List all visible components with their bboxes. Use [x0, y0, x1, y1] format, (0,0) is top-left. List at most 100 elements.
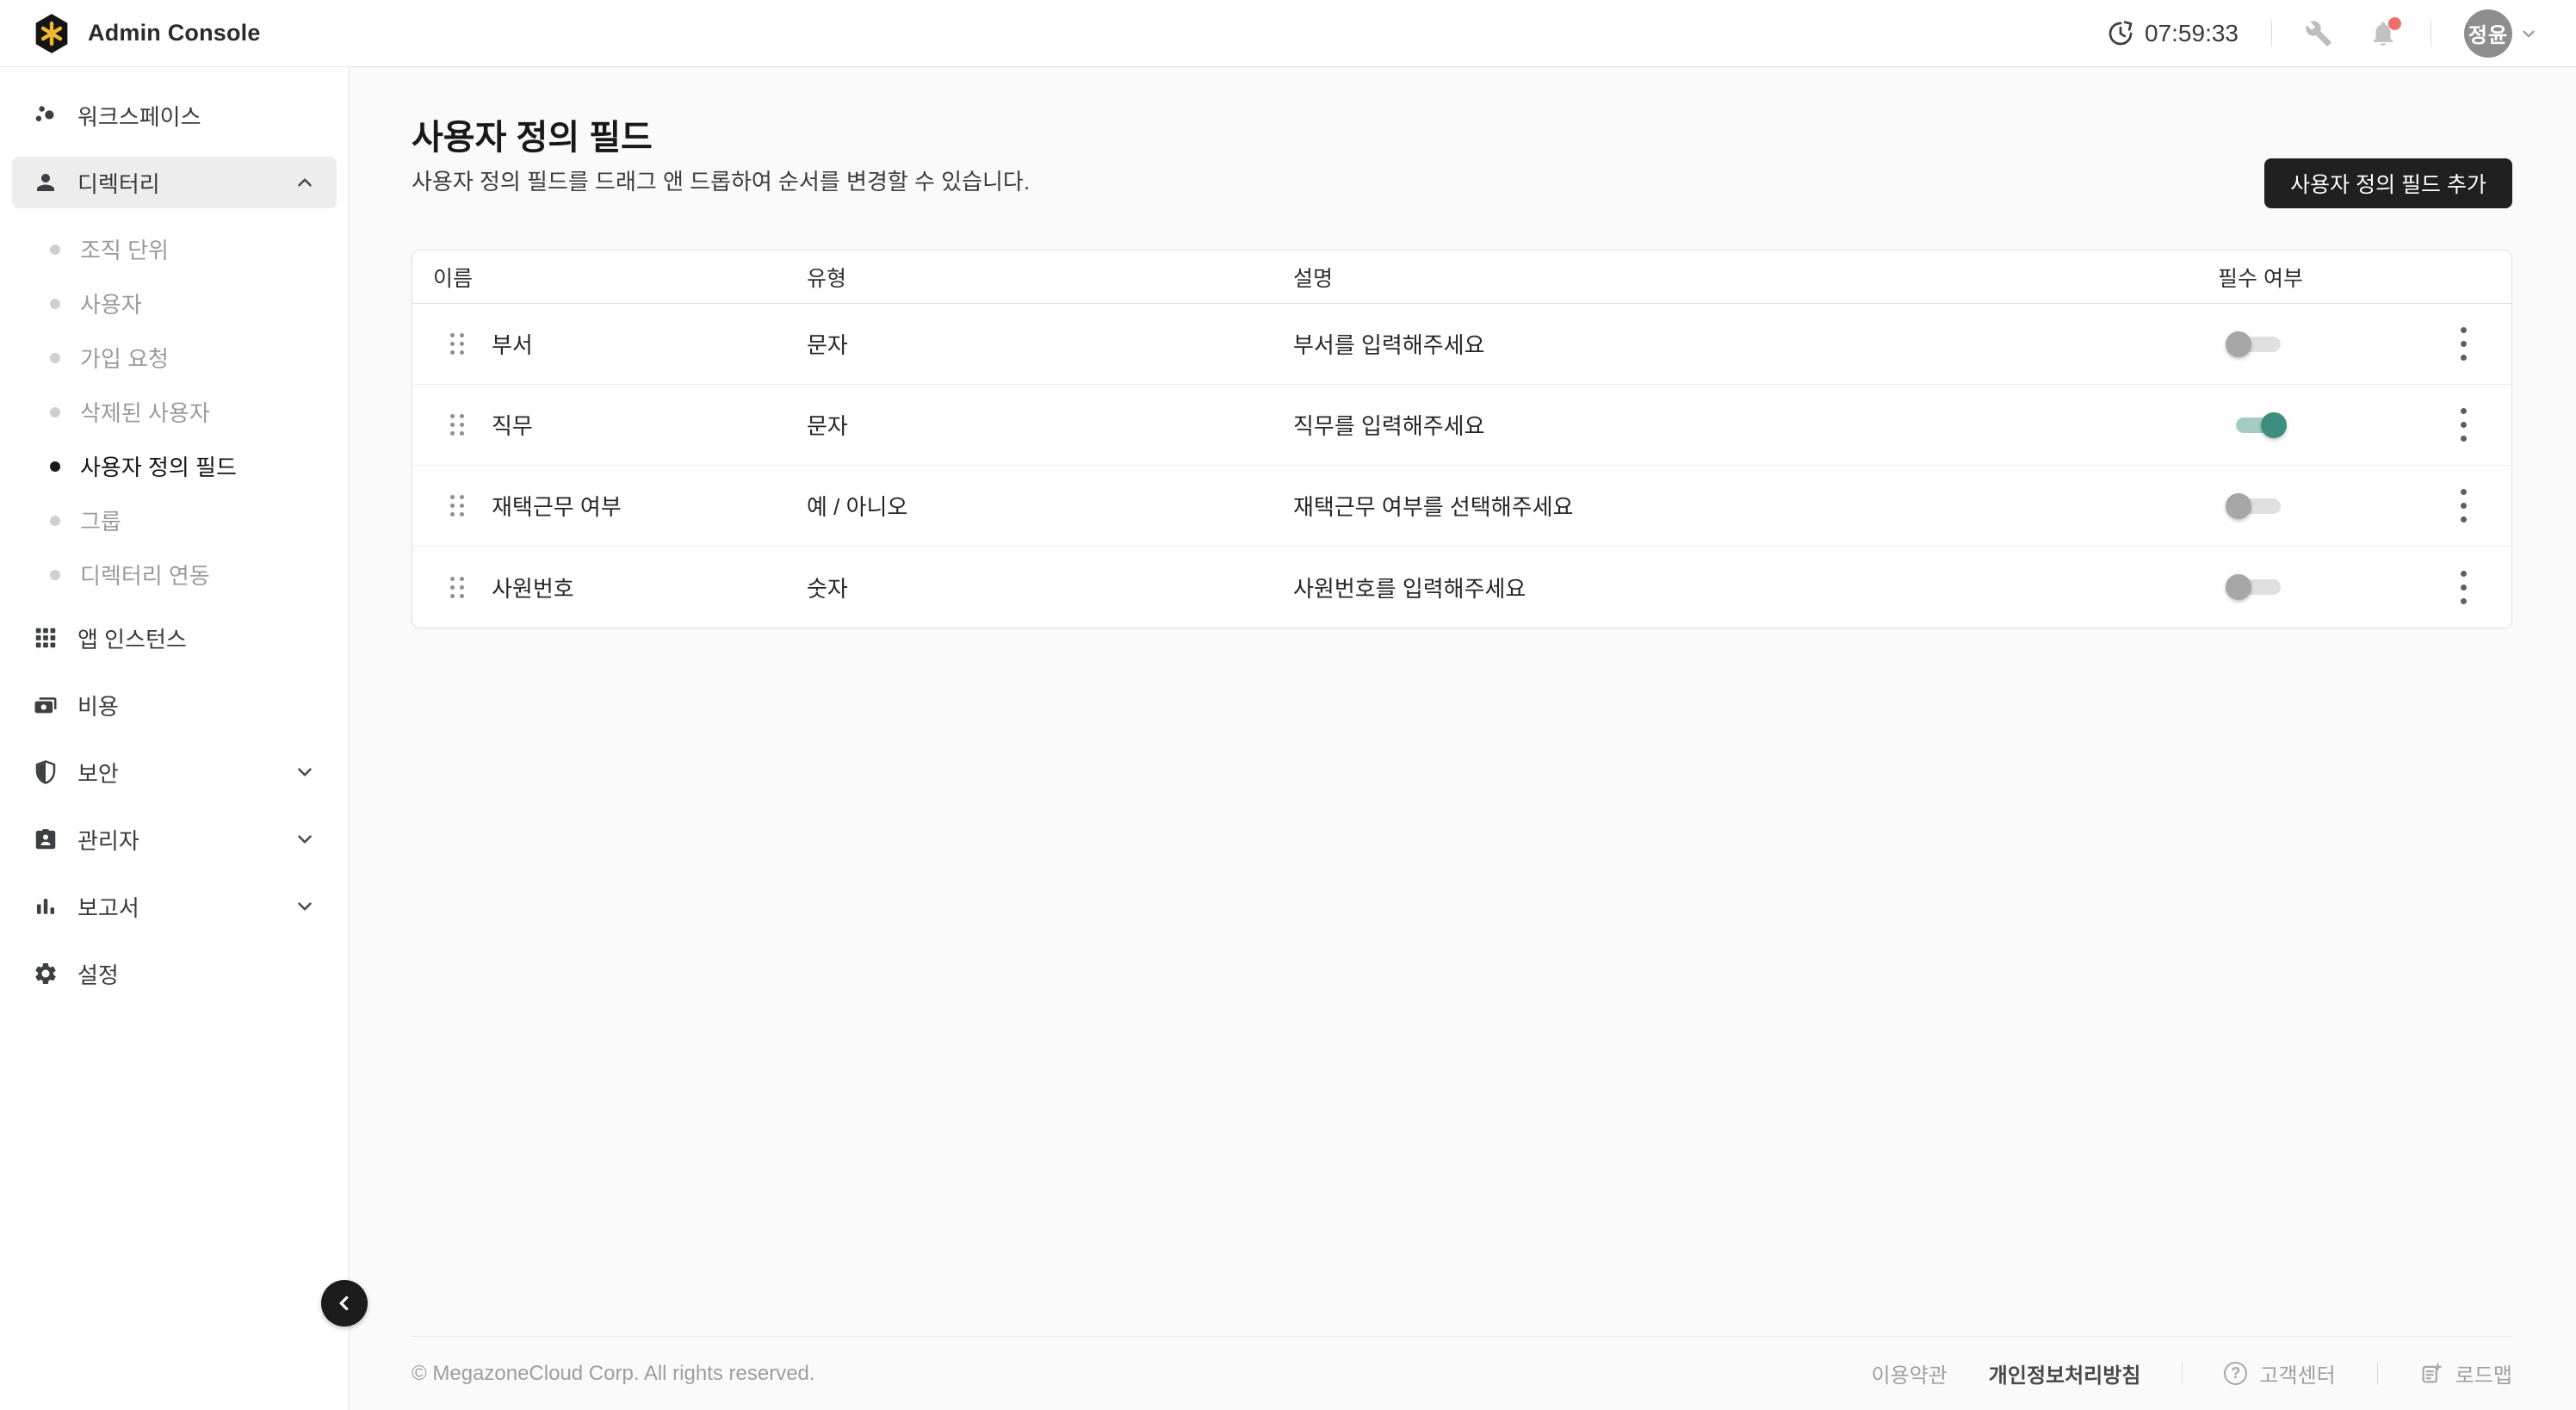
main-content: 사용자 정의 필드 사용자 정의 필드를 드래그 앤 드롭하여 순서를 변경할 … — [350, 67, 2576, 1410]
bullet-icon — [50, 515, 60, 526]
bullet-icon — [50, 461, 60, 472]
field-name: 사원번호 — [492, 575, 574, 602]
sidebar-subitem-users[interactable]: 사용자 — [0, 276, 349, 331]
app-title: Admin Console — [88, 20, 261, 46]
page-subtitle: 사용자 정의 필드를 드래그 앤 드롭하여 순서를 변경할 수 있습니다. — [412, 169, 1031, 195]
sidebar-item-security[interactable]: 보안 — [0, 746, 349, 808]
gear-icon — [33, 961, 59, 986]
sidebar-item-label: 보안 — [77, 760, 119, 787]
required-toggle[interactable] — [2226, 408, 2291, 442]
sidebar-item-reports[interactable]: 보고서 — [0, 881, 349, 943]
sidebar-item-label: 디렉터리 — [77, 170, 160, 197]
sidebar-subitem-groups[interactable]: 그룹 — [0, 493, 349, 547]
field-name: 부서 — [492, 332, 533, 358]
sidebar-item-cost[interactable]: 비용 — [0, 679, 349, 741]
table-header-row: 이름 유형 설명 필수 여부 — [412, 250, 2511, 304]
drag-handle-icon[interactable] — [447, 411, 468, 439]
drag-handle-icon[interactable] — [447, 330, 468, 358]
row-menu-kebab-icon[interactable] — [2454, 399, 2474, 450]
column-header-name: 이름 — [433, 266, 474, 291]
field-name: 직무 — [492, 413, 533, 439]
sidebar-item-admin[interactable]: 관리자 — [0, 813, 349, 875]
help-center-link[interactable]: ? 고객센터 — [2224, 1358, 2336, 1388]
column-header-description: 설명 — [1293, 266, 1334, 291]
sidebar-subitem-directory-sync[interactable]: 디렉터리 연동 — [0, 547, 349, 602]
roadmap-link[interactable]: 로드맵 — [2419, 1358, 2512, 1388]
column-header-type: 유형 — [807, 266, 847, 291]
roadmap-doc-icon — [2419, 1362, 2443, 1386]
sidebar-item-label: 관리자 — [77, 827, 139, 854]
sidebar-subitem-join-requests[interactable]: 가입 요청 — [0, 331, 349, 385]
field-type: 문자 — [807, 413, 848, 439]
field-description: 부서를 입력해주세요 — [1293, 332, 1485, 358]
sidebar-item-settings[interactable]: 설정 — [0, 948, 349, 1010]
page-title: 사용자 정의 필드 — [412, 119, 653, 157]
column-header-required: 필수 여부 — [2218, 266, 2303, 291]
sidebar-collapse-button[interactable] — [321, 1280, 368, 1327]
copyright-text: © MegazoneCloud Corp. All rights reserve… — [412, 1361, 815, 1385]
required-toggle[interactable] — [2226, 489, 2291, 523]
field-description: 사원번호를 입력해주세요 — [1293, 575, 1526, 602]
brand[interactable]: Admin Console — [33, 13, 261, 54]
chevron-down-icon — [294, 828, 316, 850]
drag-handle-icon[interactable] — [447, 573, 468, 602]
table-row: 부서 문자 부서를 입력해주세요 — [412, 304, 2511, 385]
chevron-down-icon — [294, 895, 316, 918]
required-toggle[interactable] — [2226, 327, 2291, 362]
footer-links: 이용약관 개인정보처리방침 ? 고객센터 로드맵 — [1871, 1358, 2512, 1388]
sidebar-nav: 워크스페이스 디렉터리 조직 단위 사용자 가입 요청 삭제된 사용자 사용자 … — [0, 90, 349, 1010]
sidebar-item-label: 설정 — [77, 962, 119, 988]
shield-icon — [33, 759, 59, 785]
bullet-icon — [50, 569, 60, 580]
chevron-down-icon — [294, 761, 316, 783]
terms-link[interactable]: 이용약관 — [1871, 1358, 1947, 1388]
person-icon — [33, 170, 59, 195]
sidebar-subitem-deleted-users[interactable]: 삭제된 사용자 — [0, 385, 349, 439]
admin-console-page: Admin Console 07:59:33 정윤 워크스페이스 디렉터리 조직… — [0, 0, 2576, 1410]
user-menu-chevron-down-icon[interactable] — [2519, 24, 2538, 43]
topbar: Admin Console 07:59:33 정윤 — [0, 0, 2576, 67]
add-custom-field-button[interactable]: 사용자 정의 필드 추가 — [2264, 158, 2512, 208]
notifications-bell-icon[interactable] — [2369, 16, 2401, 48]
bullet-icon — [50, 244, 60, 255]
row-menu-kebab-icon[interactable] — [2454, 480, 2474, 531]
chevron-left-icon — [339, 1296, 349, 1311]
footer-divider — [2376, 1362, 2378, 1385]
workspace-icon — [33, 102, 59, 128]
required-toggle[interactable] — [2226, 570, 2291, 604]
sidebar-subitem-org-units[interactable]: 조직 단위 — [0, 222, 349, 276]
row-menu-kebab-icon[interactable] — [2454, 562, 2474, 613]
row-menu-kebab-icon[interactable] — [2454, 318, 2474, 369]
bar-chart-icon — [33, 894, 59, 919]
topbar-divider — [2271, 20, 2272, 46]
custom-fields-table: 이름 유형 설명 필수 여부 부서 문자 부서를 입력해주세요 직무 문자 직무… — [412, 250, 2512, 628]
bullet-icon — [50, 406, 60, 417]
user-avatar[interactable]: 정윤 — [2464, 9, 2512, 58]
badge-icon — [33, 826, 59, 852]
session-time: 07:59:33 — [2145, 19, 2239, 46]
topbar-right: 07:59:33 정윤 — [2105, 9, 2538, 58]
app-logo-icon — [33, 13, 71, 54]
sidebar-item-app-instances[interactable]: 앱 인스턴스 — [0, 612, 349, 674]
bullet-icon — [50, 352, 60, 363]
field-type: 문자 — [807, 332, 848, 358]
session-clock-icon[interactable] — [2105, 18, 2136, 49]
footer-divider — [2182, 1362, 2183, 1385]
wallet-icon — [33, 692, 59, 718]
field-description: 직무를 입력해주세요 — [1293, 413, 1485, 439]
footer: © MegazoneCloud Corp. All rights reserve… — [412, 1336, 2512, 1410]
directory-submenu: 조직 단위 사용자 가입 요청 삭제된 사용자 사용자 정의 필드 그룹 디렉터… — [0, 219, 349, 607]
sidebar-item-label: 앱 인스턴스 — [77, 626, 187, 652]
wrench-icon[interactable] — [2305, 20, 2332, 47]
sidebar-item-label: 워크스페이스 — [77, 103, 201, 130]
grid-icon — [33, 625, 59, 651]
table-row: 사원번호 숫자 사원번호를 입력해주세요 — [412, 547, 2511, 628]
field-description: 재택근무 여부를 선택해주세요 — [1293, 494, 1574, 520]
sidebar-subitem-custom-fields[interactable]: 사용자 정의 필드 — [0, 439, 349, 493]
sidebar-item-workspace[interactable]: 워크스페이스 — [0, 90, 349, 152]
content-header: 사용자 정의 필드 사용자 정의 필드를 드래그 앤 드롭하여 순서를 변경할 … — [412, 117, 2512, 208]
sidebar-item-label: 보고서 — [77, 894, 139, 921]
drag-handle-icon[interactable] — [447, 492, 468, 520]
privacy-policy-link[interactable]: 개인정보처리방침 — [1989, 1358, 2141, 1388]
sidebar-item-directory[interactable]: 디렉터리 — [0, 157, 349, 219]
